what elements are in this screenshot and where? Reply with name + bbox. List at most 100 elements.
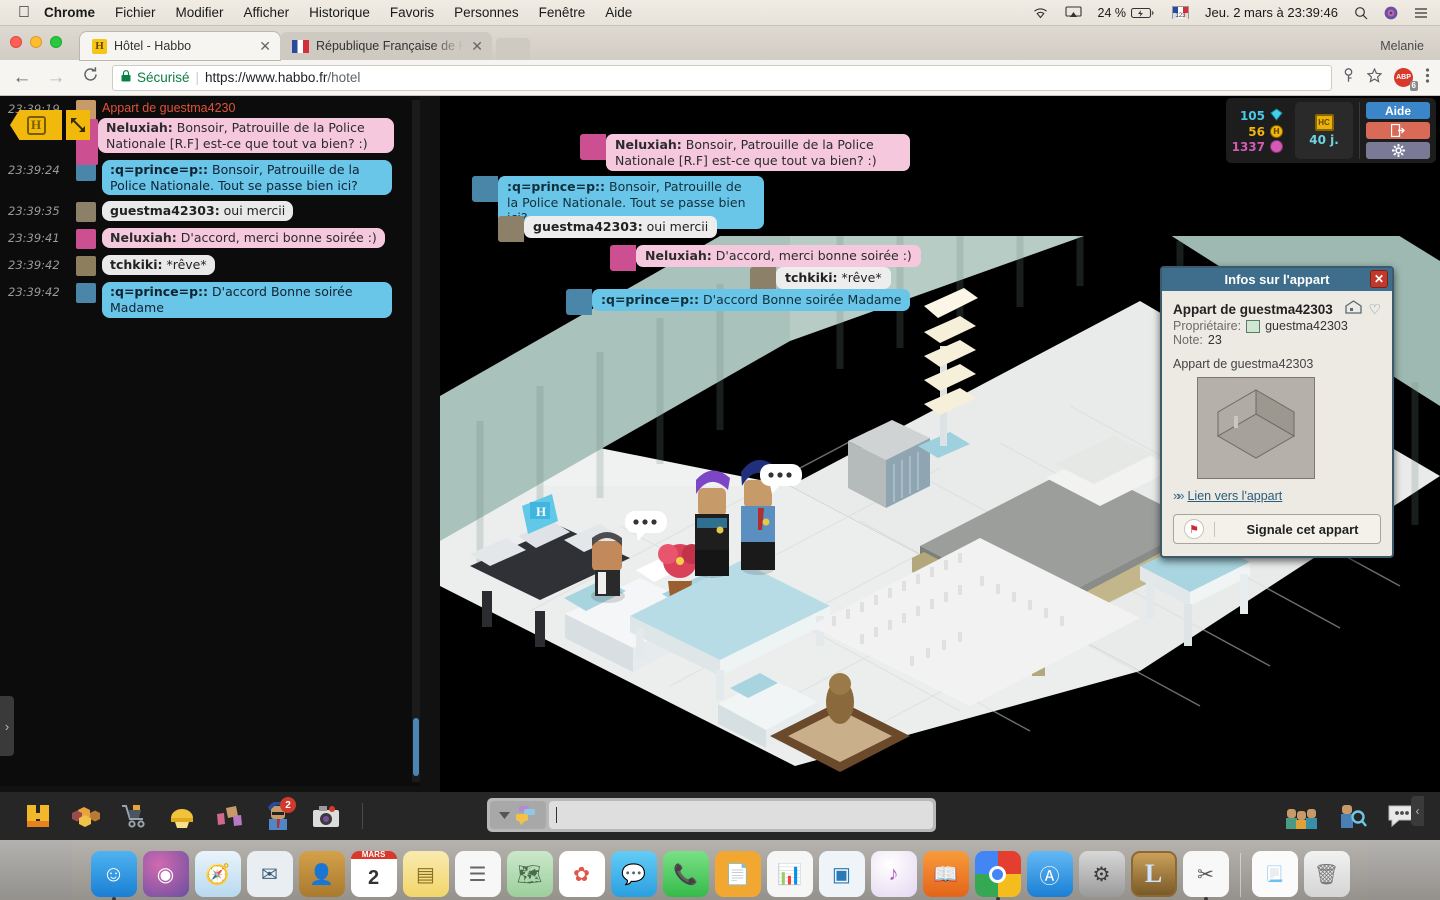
calendar-icon[interactable]: MARS 2 <box>350 851 397 897</box>
facetime-icon[interactable]: 📞 <box>662 851 709 897</box>
notes-icon[interactable]: ▤ <box>402 851 449 897</box>
apple-icon[interactable]:  <box>18 4 30 21</box>
habbo-home-icon[interactable] <box>16 796 60 836</box>
three-dot-menu-icon[interactable] <box>1425 67 1430 88</box>
purse-display[interactable]: 105 56 H 1337 <box>1232 102 1289 159</box>
chat-log-message: tchkiki: *rêve* <box>102 255 215 275</box>
settings-button[interactable] <box>1366 142 1430 159</box>
report-room-button[interactable]: ⚑ Signale cet appart <box>1173 514 1381 544</box>
left-panel-expand-handle[interactable]: › <box>0 696 14 756</box>
chat-log-panel[interactable]: 23:39:19 Appart de guestma4230 23:39:24 … <box>0 96 420 786</box>
menu-item-historique[interactable]: Historique <box>309 5 370 20</box>
my-avatar-icon[interactable]: 2 <box>256 796 300 836</box>
chat-style-selector[interactable] <box>490 801 546 829</box>
heart-icon[interactable]: ♡ <box>1368 301 1381 318</box>
room-chat-bubble[interactable]: guestma42303: oui mercii <box>498 216 718 242</box>
house-icon[interactable] <box>1345 300 1363 319</box>
back-button[interactable]: ← <box>10 67 34 89</box>
chat-log-message: :q=prince=p:: Bonsoir, Patrouille de la … <box>102 160 392 196</box>
menu-item-aide[interactable]: Aide <box>605 5 632 20</box>
menu-item-modifier[interactable]: Modifier <box>176 5 224 20</box>
league-of-legends-icon[interactable]: L <box>1130 851 1177 897</box>
forward-button[interactable]: → <box>44 67 68 89</box>
contacts-icon[interactable]: 👤 <box>298 851 345 897</box>
close-icon[interactable]: ✕ <box>1370 270 1388 288</box>
photos-icon[interactable]: ✿ <box>558 851 605 897</box>
siri-icon[interactable] <box>1384 6 1398 20</box>
maps-icon[interactable]: 🗺 <box>506 851 553 897</box>
reminders-icon[interactable]: ☰ <box>454 851 501 897</box>
menu-item-personnes[interactable]: Personnes <box>454 5 519 20</box>
new-tab-button[interactable] <box>496 38 530 60</box>
input-source-flag-icon[interactable]: 123 <box>1172 6 1190 19</box>
star-icon[interactable] <box>1366 67 1383 87</box>
pages-icon[interactable]: 📄 <box>714 851 761 897</box>
shop-cart-icon[interactable] <box>112 796 156 836</box>
friend-search-icon[interactable] <box>1330 796 1374 836</box>
room-stage[interactable]: H Neluxiah: Bonsoir, Patrouille de la Po… <box>440 96 1440 840</box>
menu-item-favoris[interactable]: Favoris <box>390 5 434 20</box>
chat-input-bar[interactable] <box>487 798 936 832</box>
airplay-icon[interactable] <box>1064 6 1082 19</box>
system-preferences-icon[interactable]: ⚙ <box>1078 851 1125 897</box>
itunes-icon[interactable]: ♪ <box>870 851 917 897</box>
chat-log-username: :q=prince=p:: <box>110 284 209 300</box>
notification-center-icon[interactable] <box>1414 7 1428 19</box>
app-store-icon[interactable]: Ⓐ <box>1026 851 1073 897</box>
builders-club-icon[interactable] <box>160 796 204 836</box>
room-chat-bubble[interactable]: :q=prince=p:: D'accord Bonne soirée Mada… <box>566 289 911 315</box>
room-link[interactable]: Lien vers l'appart <box>1187 489 1282 503</box>
fullscreen-toggle-handle[interactable] <box>66 110 90 140</box>
window-controls[interactable] <box>10 36 62 48</box>
adblock-label: ABP <box>1396 74 1411 81</box>
inventory-icon[interactable] <box>208 796 252 836</box>
room-chat-bubble[interactable]: Neluxiah: Bonsoir, Patrouille de la Poli… <box>580 134 910 172</box>
menu-item-chrome[interactable]: Chrome <box>44 5 95 20</box>
messages-icon[interactable]: 💬 <box>610 851 657 897</box>
room-info-panel[interactable]: Infos sur l'appart ✕ Appart de guestma42… <box>1160 266 1394 558</box>
tab-habbo-hotel[interactable]: H Hôtel - Habbo ✕ <box>80 32 280 60</box>
chat-log-scrollbar-thumb[interactable] <box>413 718 419 776</box>
logout-button[interactable] <box>1366 122 1430 139</box>
reload-button[interactable] <box>78 66 102 89</box>
adblock-extension-icon[interactable]: ABP 6 <box>1394 68 1418 91</box>
menu-item-fenetre[interactable]: Fenêtre <box>539 5 586 20</box>
menu-item-afficher[interactable]: Afficher <box>244 5 290 20</box>
address-bar[interactable]: Sécurisé | https://www.habbo.fr/hotel <box>112 64 1332 91</box>
safari-icon[interactable]: 🧭 <box>194 851 241 897</box>
search-icon[interactable] <box>1354 6 1368 20</box>
siri-icon[interactable]: ◉ <box>142 851 189 897</box>
habbo-club-box[interactable]: HC 40 j. <box>1295 102 1353 159</box>
hotel-view-handle[interactable]: H <box>10 110 62 140</box>
tab-close-button[interactable]: ✕ <box>259 39 271 53</box>
wifi-icon[interactable] <box>1032 6 1049 19</box>
minimize-window-button[interactable] <box>30 36 42 48</box>
key-icon[interactable] <box>1342 68 1355 87</box>
finder-icon[interactable]: ☺ <box>90 851 137 900</box>
document-icon[interactable]: 📃 <box>1251 851 1298 897</box>
menu-item-fichier[interactable]: Fichier <box>115 5 156 20</box>
battery-status[interactable]: 24 % <box>1098 6 1157 20</box>
chrome-icon[interactable] <box>974 851 1021 900</box>
friends-icon[interactable] <box>1280 796 1324 836</box>
chat-log-scrollbar-track[interactable] <box>412 100 420 782</box>
ibooks-icon[interactable]: 📖 <box>922 851 969 897</box>
room-preview-thumbnail[interactable] <box>1197 377 1315 479</box>
room-link-row[interactable]: »» Lien vers l'appart <box>1173 488 1381 503</box>
keynote-icon[interactable]: ▣ <box>818 851 865 897</box>
navigator-icon[interactable] <box>64 796 108 836</box>
preview-icon[interactable]: ✂ <box>1182 851 1229 900</box>
tab-republique-francaise[interactable]: République Française de Habb ✕ <box>280 32 492 60</box>
maximize-window-button[interactable] <box>50 36 62 48</box>
numbers-icon[interactable]: 📊 <box>766 851 813 897</box>
close-window-button[interactable] <box>10 36 22 48</box>
trash-icon[interactable]: 🗑 <box>1303 851 1350 897</box>
help-button[interactable]: Aide <box>1366 102 1430 119</box>
tab-close-button[interactable]: ✕ <box>471 39 483 53</box>
camera-icon[interactable] <box>304 796 348 836</box>
chat-input-field[interactable] <box>549 801 933 829</box>
chrome-profile-name[interactable]: Melanie <box>1380 39 1440 60</box>
clock-datetime[interactable]: Jeu. 2 mars à 23:39:46 <box>1205 5 1338 20</box>
right-panel-collapse-handle[interactable]: ‹ <box>1411 796 1424 826</box>
mail-icon[interactable]: ✉ <box>246 851 293 897</box>
